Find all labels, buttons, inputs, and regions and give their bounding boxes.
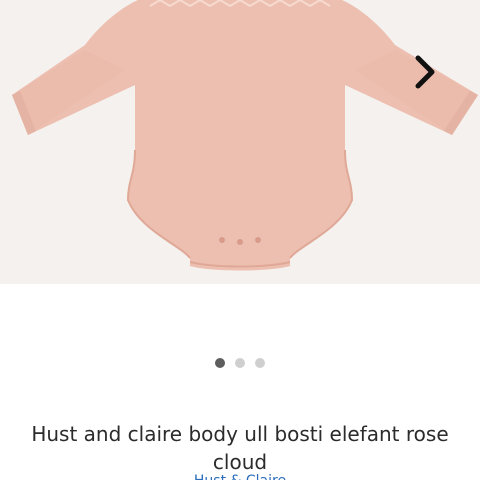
gallery-dot-2[interactable] (235, 358, 245, 368)
gallery-pagination (0, 358, 480, 370)
product-image (0, 0, 480, 284)
gallery-dot-1[interactable] (215, 358, 225, 368)
product-page: Hust and claire body ull bosti elefant r… (0, 0, 480, 480)
gallery-dot-3[interactable] (255, 358, 265, 368)
next-image-button[interactable] (404, 50, 448, 94)
brand-link[interactable]: Hust & Claire (0, 472, 480, 480)
chevron-right-icon (415, 55, 435, 89)
image-gallery[interactable] (0, 0, 480, 284)
product-title: Hust and claire body ull bosti elefant r… (31, 422, 449, 474)
